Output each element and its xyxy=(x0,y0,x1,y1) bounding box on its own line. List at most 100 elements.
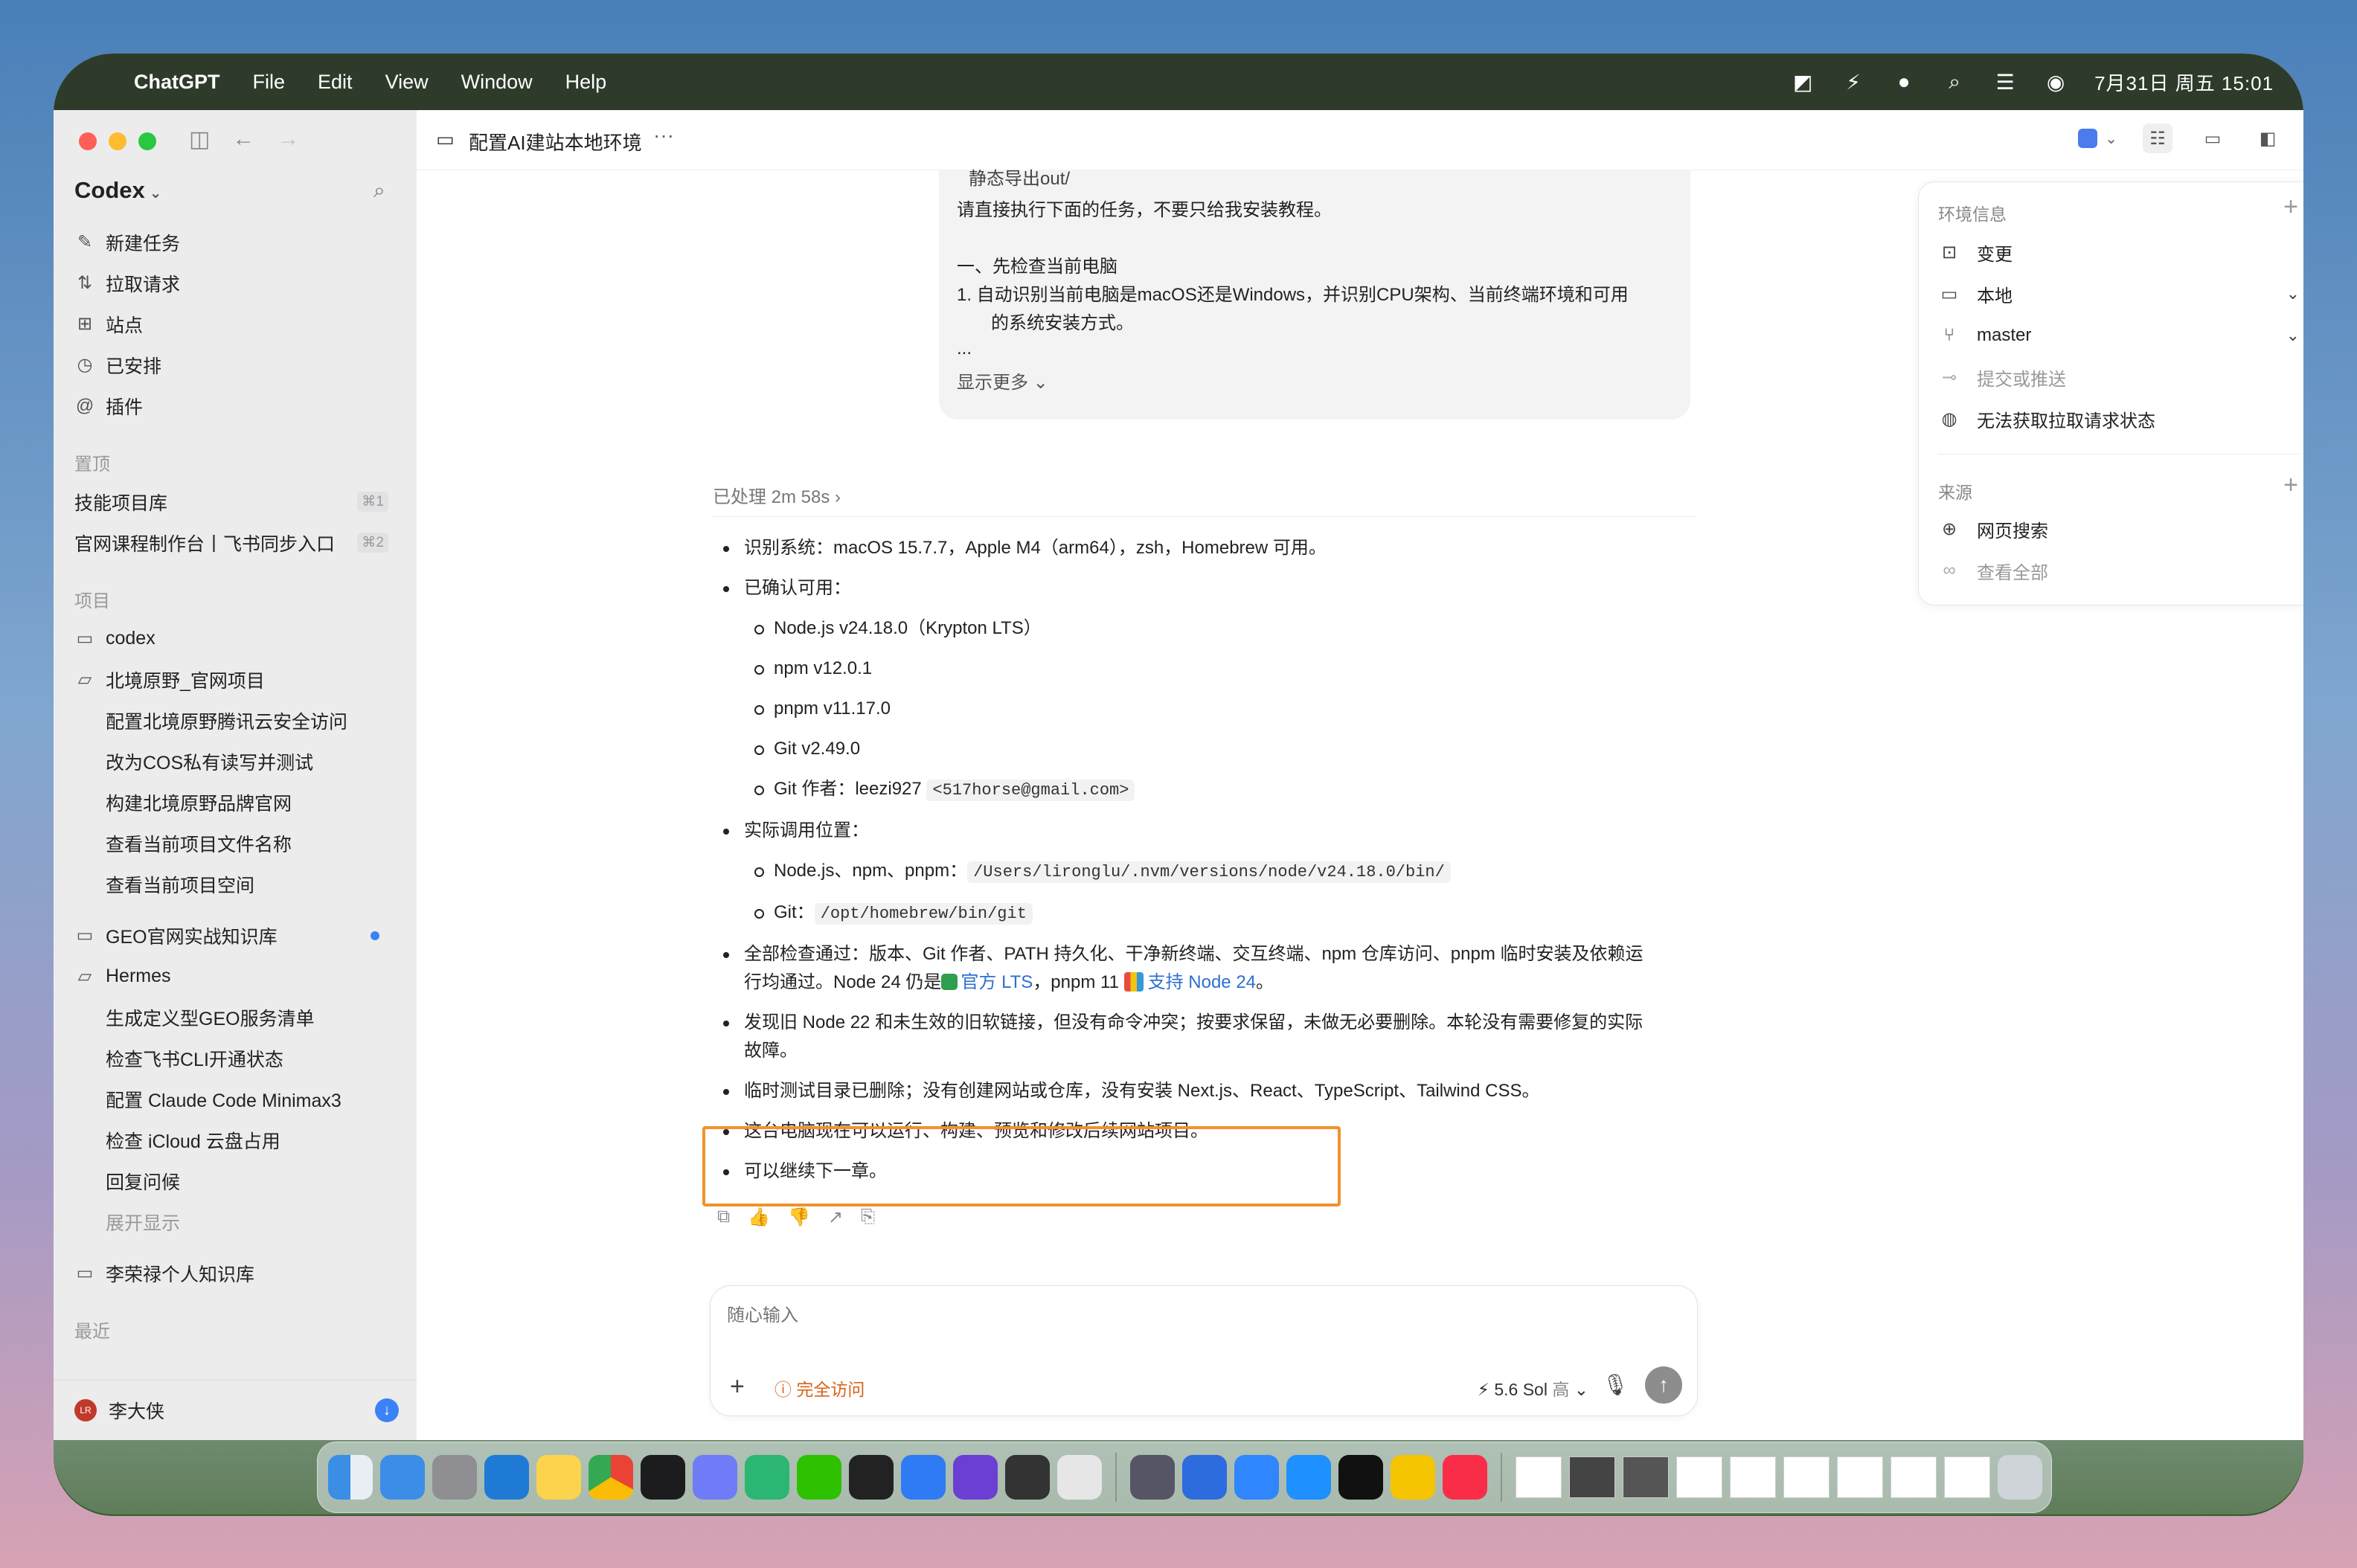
menubar-app-icon[interactable]: ◩ xyxy=(1791,70,1815,94)
env-row-branch[interactable]: ⑂ master ⌄ xyxy=(1938,321,2300,350)
thread-item[interactable]: 查看当前项目文件名称 xyxy=(74,823,402,864)
feishu-doc-icon[interactable] xyxy=(1182,1455,1227,1500)
chrome-icon[interactable] xyxy=(589,1455,633,1500)
menu-edit[interactable]: Edit xyxy=(318,71,353,94)
menu-help[interactable]: Help xyxy=(565,71,607,94)
minimized-window-thumbnail[interactable] xyxy=(1569,1456,1615,1498)
iphone-mirroring-icon[interactable] xyxy=(1057,1455,1102,1500)
message-input[interactable] xyxy=(727,1305,1620,1326)
thread-item[interactable]: 检查 iCloud 云盘占用 xyxy=(74,1119,402,1160)
environment-panel-icon[interactable]: ☷ xyxy=(2143,123,2172,153)
env-row-local[interactable]: ▭ 本地 ⌄ xyxy=(1938,279,2300,309)
obsidian-icon[interactable] xyxy=(953,1455,998,1500)
browser-app-icon[interactable] xyxy=(1234,1455,1279,1500)
nav-new-task[interactable]: ✎ 新建任务 xyxy=(74,222,402,263)
menu-file[interactable]: File xyxy=(253,71,286,94)
menu-window[interactable]: Window xyxy=(461,71,533,94)
notes-icon[interactable] xyxy=(536,1455,581,1500)
search-icon[interactable]: ⌕ xyxy=(373,179,396,202)
vscode-icon[interactable] xyxy=(484,1455,529,1500)
link-supports-node24[interactable]: 支持 Node 24 xyxy=(1148,972,1256,992)
microphone-icon[interactable]: 🎙 xyxy=(1602,1372,1629,1397)
warp-icon[interactable] xyxy=(1338,1455,1383,1500)
thread-item[interactable]: 改为COS私有读写并测试 xyxy=(74,741,402,782)
thread-item[interactable]: 生成定义型GEO服务清单 xyxy=(74,997,402,1038)
siri-icon[interactable]: ◉ xyxy=(2044,70,2068,94)
zoom-window-button[interactable] xyxy=(138,132,156,150)
nav-scheduled[interactable]: ◷ 已安排 xyxy=(74,344,402,385)
menubar-clock[interactable]: 7月31日 周五 15:01 xyxy=(2094,68,2274,96)
pinned-item[interactable]: 技能项目库 ⌘1 xyxy=(74,481,402,522)
finder-icon[interactable] xyxy=(328,1455,373,1500)
fork-icon[interactable]: ⎘ xyxy=(861,1206,875,1228)
thread-item[interactable]: 配置北境原野腾讯云安全访问 xyxy=(74,700,402,741)
thread-item[interactable]: 回复问候 xyxy=(74,1160,402,1201)
add-attachment-icon[interactable]: + xyxy=(730,1372,745,1401)
trash-icon[interactable] xyxy=(1998,1455,2042,1500)
send-button[interactable]: ↑ xyxy=(1645,1366,1682,1404)
safari-icon[interactable] xyxy=(1286,1455,1331,1500)
project-folder[interactable]: ▱ 北境原野_官网项目 xyxy=(74,659,402,700)
share-icon[interactable]: ↗ xyxy=(828,1206,843,1228)
open-in-app-dropdown[interactable]: ⌄ xyxy=(2078,129,2117,148)
toggle-sidebar-icon[interactable]: ◫ xyxy=(189,126,210,152)
qq-icon[interactable] xyxy=(1391,1455,1435,1500)
env-row-commit[interactable]: ⊸ 提交或推送 xyxy=(1938,362,2300,392)
thumbs-down-icon[interactable]: 👎 xyxy=(788,1206,810,1228)
env-row-changes[interactable]: ⊡ 变更 xyxy=(1938,237,2300,267)
minimized-window-thumbnail[interactable] xyxy=(1676,1456,1722,1498)
pinned-item[interactable]: 官网课程制作台丨飞书同步入口 ⌘2 xyxy=(74,522,402,563)
minimize-window-button[interactable] xyxy=(109,132,126,150)
cube-app-icon[interactable] xyxy=(849,1455,894,1500)
music-icon[interactable] xyxy=(1443,1455,1487,1500)
terminal-panel-icon[interactable]: ▭ xyxy=(2198,123,2228,153)
spotlight-search-icon[interactable]: ⌕ xyxy=(1943,70,1966,94)
thread-item[interactable]: 配置 Claude Code Minimax3 xyxy=(74,1079,402,1119)
minimized-window-thumbnail[interactable] xyxy=(1783,1456,1830,1498)
download-icon[interactable]: ↓ xyxy=(375,1398,399,1422)
project-folder[interactable]: ▭ codex xyxy=(74,618,402,659)
copy-icon[interactable]: ⧉ xyxy=(717,1206,730,1228)
minimized-window-thumbnail[interactable] xyxy=(1516,1456,1562,1498)
expand-more-link[interactable]: 展开显示 xyxy=(74,1201,402,1242)
project-folder[interactable]: ▭ GEO官网实战知识库 xyxy=(74,915,402,956)
access-mode-button[interactable]: ⓘ 完全访问 xyxy=(775,1375,865,1401)
minimized-window-thumbnail[interactable] xyxy=(1837,1456,1883,1498)
side-panel-icon[interactable]: ◧ xyxy=(2253,123,2283,153)
processed-duration[interactable]: 已处理 2m 58s › xyxy=(713,482,841,508)
menu-app-name[interactable]: ChatGPT xyxy=(134,71,220,94)
back-arrow-icon[interactable]: ← xyxy=(232,126,254,152)
wechat-icon[interactable] xyxy=(797,1455,841,1500)
model-selector[interactable]: ⚡ 5.6 Sol 高 ⌄ xyxy=(1478,1375,1588,1401)
activity-monitor-icon[interactable] xyxy=(1005,1455,1050,1500)
menubar-record-icon[interactable]: ● xyxy=(1892,70,1916,94)
thread-item[interactable]: 查看当前项目空间 xyxy=(74,864,402,905)
account-bar[interactable]: LR 李大侠 ↓ xyxy=(54,1380,417,1440)
feishu-icon[interactable] xyxy=(745,1455,789,1500)
thread-item[interactable]: 检查飞书CLI开通状态 xyxy=(74,1038,402,1079)
add-source-icon[interactable]: + xyxy=(2283,471,2298,500)
menu-view[interactable]: View xyxy=(385,71,429,94)
source-row-web-search[interactable]: ⊕ 网页搜索 xyxy=(1938,514,2300,544)
screenshot-app-icon[interactable] xyxy=(1130,1455,1175,1500)
forward-arrow-icon[interactable]: → xyxy=(277,126,299,152)
nav-pull-requests[interactable]: ⇅ 拉取请求 xyxy=(74,263,402,303)
project-folder[interactable]: ▱ Hermes xyxy=(74,956,402,997)
link-official-lts[interactable]: 官方 LTS xyxy=(961,972,1033,992)
minimized-window-thumbnail[interactable] xyxy=(1891,1456,1937,1498)
thumbs-up-icon[interactable]: 👍 xyxy=(748,1206,770,1228)
system-settings-icon[interactable] xyxy=(432,1455,477,1500)
minimized-window-thumbnail[interactable] xyxy=(1623,1456,1669,1498)
nav-sites[interactable]: ⊞ 站点 xyxy=(74,303,402,344)
mail-icon[interactable] xyxy=(380,1455,425,1500)
menubar-feishu-icon[interactable]: ⚡ xyxy=(1841,70,1865,94)
chat-app-icon[interactable] xyxy=(693,1455,737,1500)
terminal-icon[interactable] xyxy=(641,1455,685,1500)
close-window-button[interactable] xyxy=(79,132,97,150)
lark-icon[interactable] xyxy=(901,1455,946,1500)
minimized-window-thumbnail[interactable] xyxy=(1730,1456,1776,1498)
control-center-icon[interactable]: ☰ xyxy=(1993,70,2017,94)
source-row-view-all[interactable]: ∞ 查看全部 xyxy=(1938,556,2300,585)
thread-item[interactable]: 构建北境原野品牌官网 xyxy=(74,782,402,823)
project-folder[interactable]: ▭ 李荣禄个人知识库 xyxy=(74,1253,402,1294)
